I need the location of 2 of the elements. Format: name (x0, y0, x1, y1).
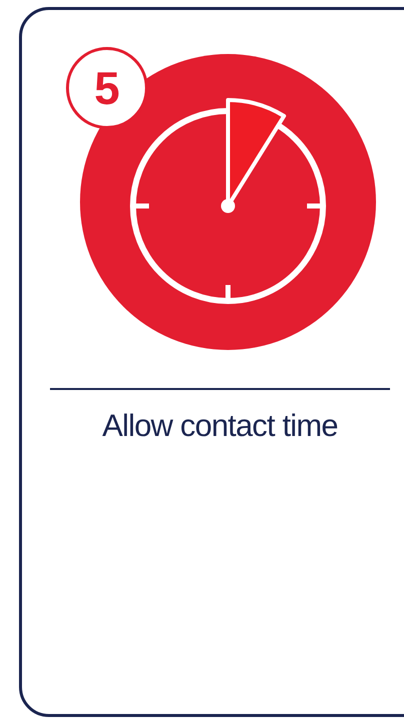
step-number: 5 (66, 47, 148, 129)
step-label: Allow contact time (101, 408, 339, 444)
